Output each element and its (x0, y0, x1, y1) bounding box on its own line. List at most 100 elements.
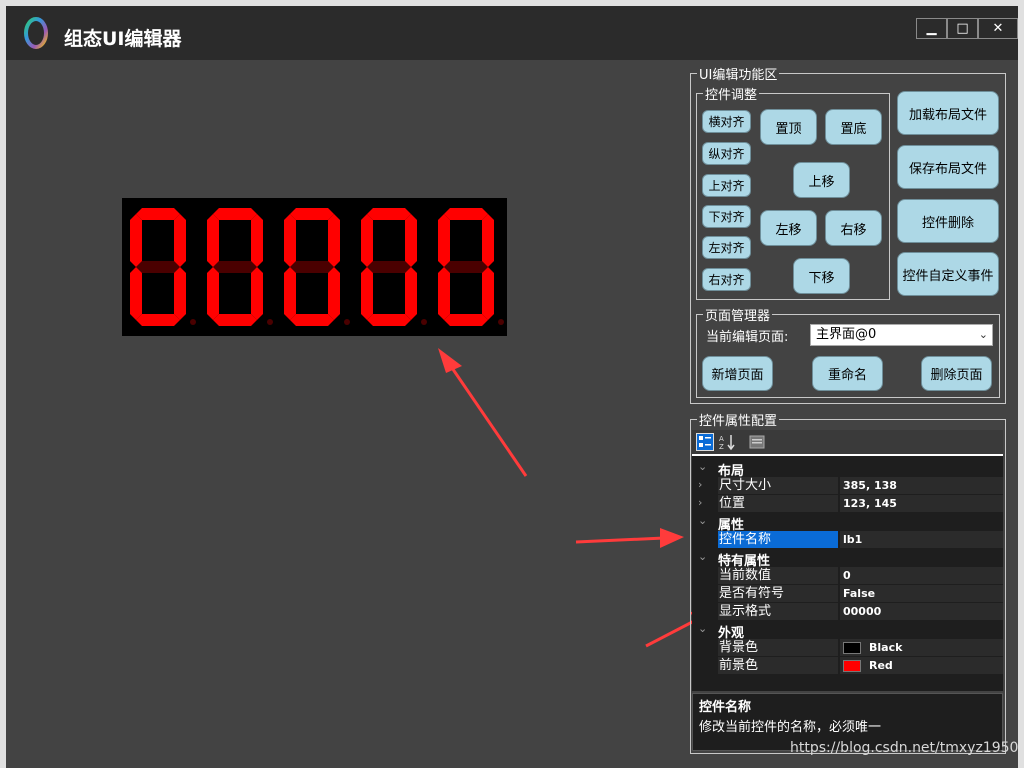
digit-segment (174, 214, 186, 267)
property-value-text: 0 (843, 569, 851, 582)
property-row[interactable]: 显示格式 00000 (692, 603, 1003, 621)
property-row[interactable]: 背景色 Black (692, 639, 1003, 657)
property-category-row[interactable]: ⌄ 外观 (692, 621, 1003, 641)
page-manager-title: 页面管理器 (705, 309, 771, 324)
current-page-value: 主界面@0 (816, 327, 877, 342)
property-category-row[interactable]: ⌄ 特有属性 (692, 549, 1003, 569)
property-value[interactable]: 00000 (840, 603, 1003, 620)
digit-segment (290, 208, 334, 220)
window-title: 组态UI编辑器 (64, 28, 182, 50)
align-vertical-button[interactable]: 纵对齐 (702, 142, 751, 165)
property-value[interactable]: 123, 145 (840, 495, 1003, 512)
ui-editor-panel-title: UI编辑功能区 (699, 68, 778, 83)
decimal-point (498, 319, 504, 325)
digit-segment (290, 261, 334, 273)
property-name[interactable]: 显示格式 (718, 603, 838, 620)
align-top-button[interactable]: 上对齐 (702, 174, 751, 197)
watermark: https://blog.csdn.net/tmxyz1950 (790, 740, 1019, 756)
property-value-text: Black (869, 641, 903, 654)
align-right-button[interactable]: 右对齐 (702, 268, 751, 291)
digit-segment (207, 267, 219, 320)
move-up-button[interactable]: 上移 (793, 162, 850, 198)
decimal-point (267, 319, 273, 325)
move-left-button[interactable]: 左移 (760, 210, 817, 246)
property-name[interactable]: 前景色 (718, 657, 838, 674)
chevron-down-icon[interactable]: ⌄ (698, 622, 707, 635)
delete-control-button[interactable]: 控件删除 (897, 199, 999, 243)
chevron-down-icon[interactable]: ⌄ (698, 460, 707, 473)
property-pages-icon[interactable] (748, 433, 766, 451)
save-layout-button[interactable]: 保存布局文件 (897, 145, 999, 189)
chevron-down-icon[interactable]: ⌄ (698, 550, 707, 563)
chevron-down-icon[interactable]: ⌄ (698, 514, 707, 527)
property-name[interactable]: 是否有符号 (718, 585, 838, 602)
digit-segment (438, 214, 450, 267)
property-row[interactable]: 当前数值 0 (692, 567, 1003, 585)
load-layout-button[interactable]: 加载布局文件 (897, 91, 999, 135)
digit-segment (367, 261, 411, 273)
digit-segment (482, 214, 494, 267)
bring-to-top-button[interactable]: 置顶 (760, 109, 817, 145)
seven-segment-display[interactable] (122, 198, 507, 336)
property-name[interactable]: 位置 (718, 495, 838, 512)
property-value[interactable]: Red (840, 657, 1003, 674)
digit-segment (367, 208, 411, 220)
categorized-icon[interactable] (696, 433, 714, 451)
minimize-button[interactable]: ▁ (916, 18, 947, 39)
rename-page-button[interactable]: 重命名 (812, 356, 883, 391)
svg-text:Z: Z (719, 443, 724, 451)
close-button[interactable]: ✕ (978, 18, 1018, 39)
property-value-text: Red (869, 659, 893, 672)
property-row[interactable]: 是否有符号 False (692, 585, 1003, 603)
control-adjust-group-title: 控件调整 (705, 88, 758, 103)
align-bottom-button[interactable]: 下对齐 (702, 205, 751, 228)
digit-segment (361, 267, 373, 320)
property-value-text: lb1 (843, 533, 863, 546)
property-row[interactable]: 控件名称 lb1 (692, 531, 1003, 549)
title-bar[interactable]: 组态UI编辑器 ▁ □ ✕ (6, 6, 1018, 60)
property-row[interactable]: › 尺寸大小 385, 138 (692, 477, 1003, 495)
property-help-title: 控件名称 (699, 700, 752, 715)
property-value[interactable]: Black (840, 639, 1003, 656)
digit-segment (444, 314, 488, 326)
property-panel-title: 控件属性配置 (699, 414, 778, 429)
digit-segment (284, 214, 296, 267)
align-left-button[interactable]: 左对齐 (702, 236, 751, 259)
align-horizontal-button[interactable]: 横对齐 (702, 110, 751, 133)
property-value[interactable]: False (840, 585, 1003, 602)
current-page-select[interactable]: 主界面@0 ⌄ (810, 324, 993, 346)
decimal-point (421, 319, 427, 325)
property-row[interactable]: 前景色 Red (692, 657, 1003, 675)
property-category-row[interactable]: ⌄ 布局 (692, 459, 1003, 479)
custom-event-button[interactable]: 控件自定义事件 (897, 252, 999, 296)
digit-segment (444, 208, 488, 220)
property-value[interactable]: 385, 138 (840, 477, 1003, 494)
color-swatch (843, 642, 861, 654)
send-to-bottom-button[interactable]: 置底 (825, 109, 882, 145)
digit-segment (251, 267, 263, 320)
property-category-row[interactable]: ⌄ 属性 (692, 513, 1003, 533)
property-value[interactable]: lb1 (840, 531, 1003, 548)
alphabetical-sort-icon[interactable]: A Z (718, 433, 736, 451)
digit-segment (213, 314, 257, 326)
property-name[interactable]: 尺寸大小 (718, 477, 838, 494)
move-right-button[interactable]: 右移 (825, 210, 882, 246)
digit-segment (251, 214, 263, 267)
property-name[interactable]: 背景色 (718, 639, 838, 656)
digit-segment (328, 267, 340, 320)
add-page-button[interactable]: 新增页面 (702, 356, 773, 391)
property-value-text: 385, 138 (843, 479, 897, 492)
maximize-button[interactable]: □ (947, 18, 978, 39)
property-row[interactable]: › 位置 123, 145 (692, 495, 1003, 513)
delete-page-button[interactable]: 删除页面 (921, 356, 992, 391)
property-value[interactable]: 0 (840, 567, 1003, 584)
chevron-right-icon[interactable]: › (698, 478, 702, 491)
chevron-right-icon[interactable]: › (698, 496, 702, 509)
property-name[interactable]: 当前数值 (718, 567, 838, 584)
move-down-button[interactable]: 下移 (793, 258, 850, 294)
property-name[interactable]: 控件名称 (718, 531, 838, 548)
digit-segment (136, 314, 180, 326)
color-swatch (843, 660, 861, 672)
digit-segment (213, 261, 257, 273)
property-value-text: False (843, 587, 876, 600)
